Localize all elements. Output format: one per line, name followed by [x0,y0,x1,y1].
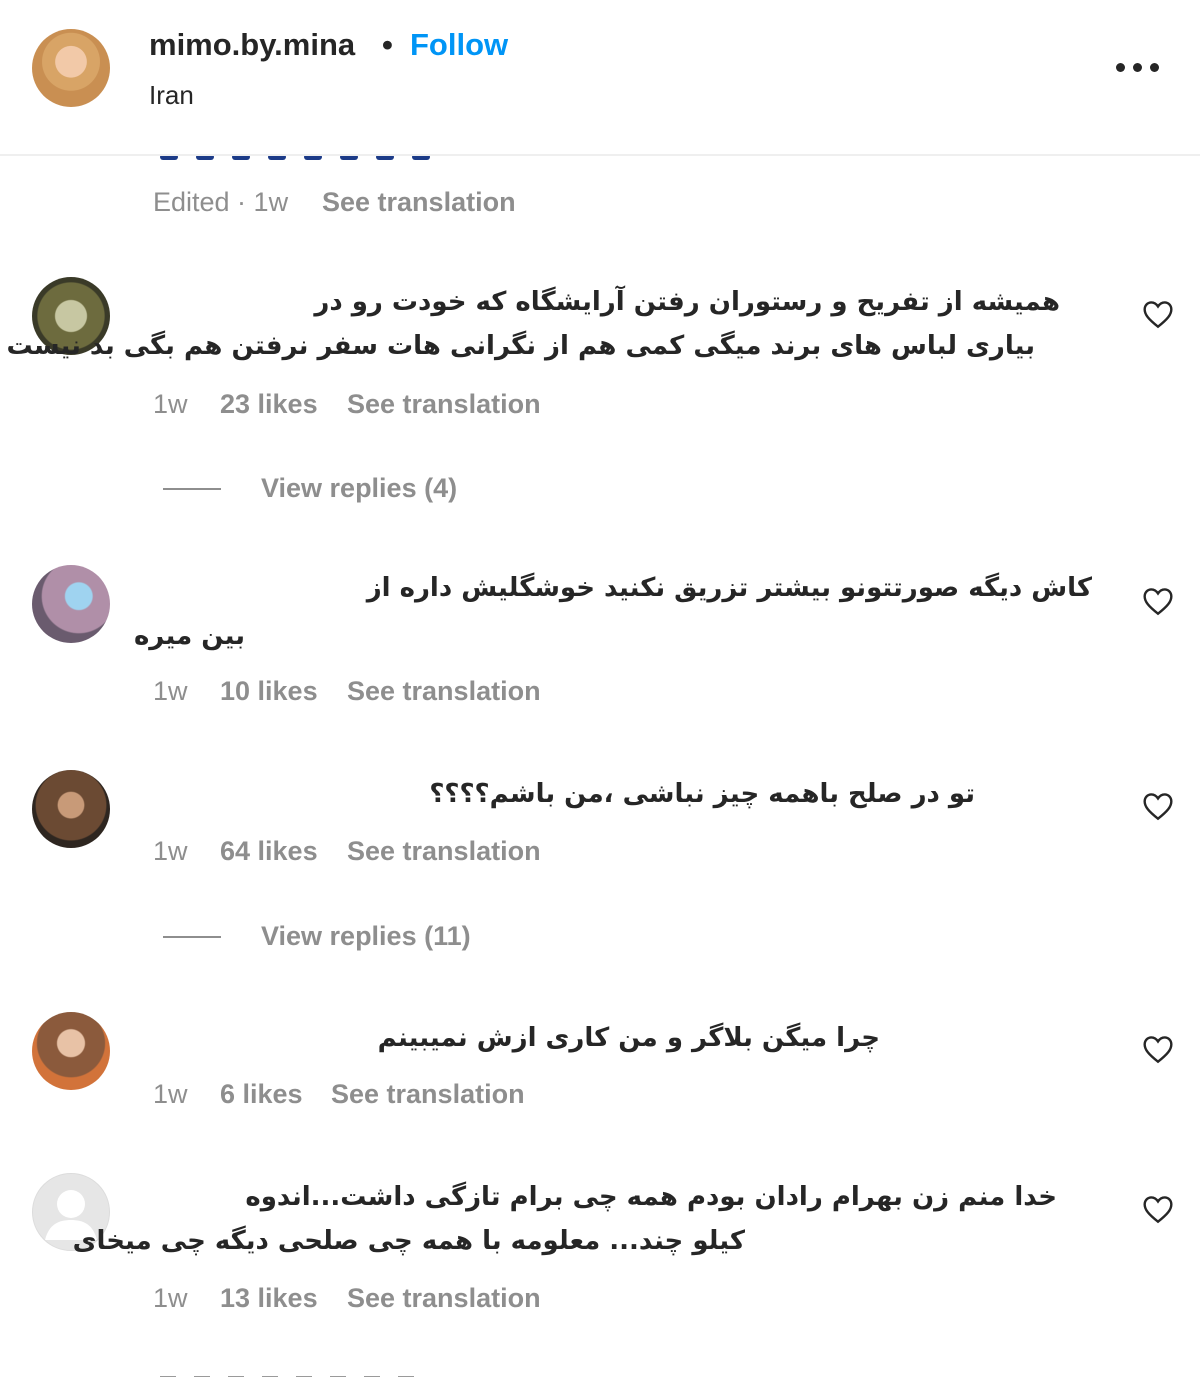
likes-count[interactable]: 64 likes [220,836,318,867]
separator-dot: • [382,27,393,62]
comment-time: 1w [153,1283,188,1313]
likes-count[interactable]: 10 likes [220,676,318,707]
commenter-avatar[interactable] [32,1012,110,1090]
view-replies-button[interactable]: View replies (11) [261,921,471,952]
likes-count[interactable]: 13 likes [220,1283,318,1314]
comment-meta: Edited · 1w See translation [153,187,553,219]
comment-text-line: خدا منم زن بهرام رادان بودم همه چی برام … [245,1182,1057,1212]
comment-time: 1w [153,1079,188,1109]
comment-time: 1w [153,389,188,419]
follow-button[interactable]: Follow [410,27,508,63]
comment-meta: 1w 64 likes See translation [153,836,573,868]
comment-time: 1w [153,676,188,706]
more-options-icon[interactable] [1112,56,1164,80]
comment-text-line: همیشه از تفریح و رستوران رفتن آرایشگاه ک… [314,287,1060,317]
comment-text-line: بین میره [133,621,245,651]
like-heart-icon[interactable] [1142,791,1174,821]
like-heart-icon[interactable] [1142,1194,1174,1224]
see-translation-button[interactable]: See translation [347,1283,541,1314]
see-translation-button[interactable]: See translation [347,676,541,707]
like-heart-icon[interactable] [1142,299,1174,329]
post-header: mimo.by.mina • Follow Iran [0,0,1200,156]
username[interactable]: mimo.by.mina [149,27,355,63]
likes-count[interactable]: 23 likes [220,389,318,420]
comment-text-line: کیلو چند... معلومه با همه چی صلحی دیگه چ… [72,1226,745,1256]
clipped-next-comment [160,1368,480,1377]
comment-meta: 1w 6 likes See translation [153,1079,553,1111]
like-heart-icon[interactable] [1142,1034,1174,1064]
location-label[interactable]: Iran [149,80,194,111]
commenter-avatar[interactable] [32,565,110,643]
commenter-avatar[interactable] [32,770,110,848]
comment-text-line: کاش دیگه صورتتونو بیشتر تزریق نکنید خوشگ… [366,573,1092,603]
likes-count[interactable]: 6 likes [220,1079,303,1110]
see-translation-button[interactable]: See translation [347,836,541,867]
comment-text-line: بیاری لباس های برند میگی کمی هم از نگران… [6,331,1035,361]
profile-avatar[interactable] [32,29,110,107]
comment-text-line: چرا میگن بلاگر و من کاری ازش نمیبینم [377,1023,880,1053]
view-replies-button[interactable]: View replies (4) [261,473,457,504]
replies-divider [163,936,221,938]
replies-divider [163,488,221,490]
comment-time: 1w [153,836,188,866]
like-heart-icon[interactable] [1142,586,1174,616]
comment-meta: 1w 23 likes See translation [153,389,573,421]
edited-time: Edited · 1w [153,187,289,217]
see-translation-button[interactable]: See translation [347,389,541,420]
comment-text-line: تو در صلح باهمه چیز نباشی ،من باشم؟؟؟؟ [429,779,975,809]
see-translation-button[interactable]: See translation [322,187,516,218]
comment-meta: 1w 13 likes See translation [153,1283,573,1315]
comment-meta: 1w 10 likes See translation [153,676,573,708]
see-translation-button[interactable]: See translation [331,1079,525,1110]
